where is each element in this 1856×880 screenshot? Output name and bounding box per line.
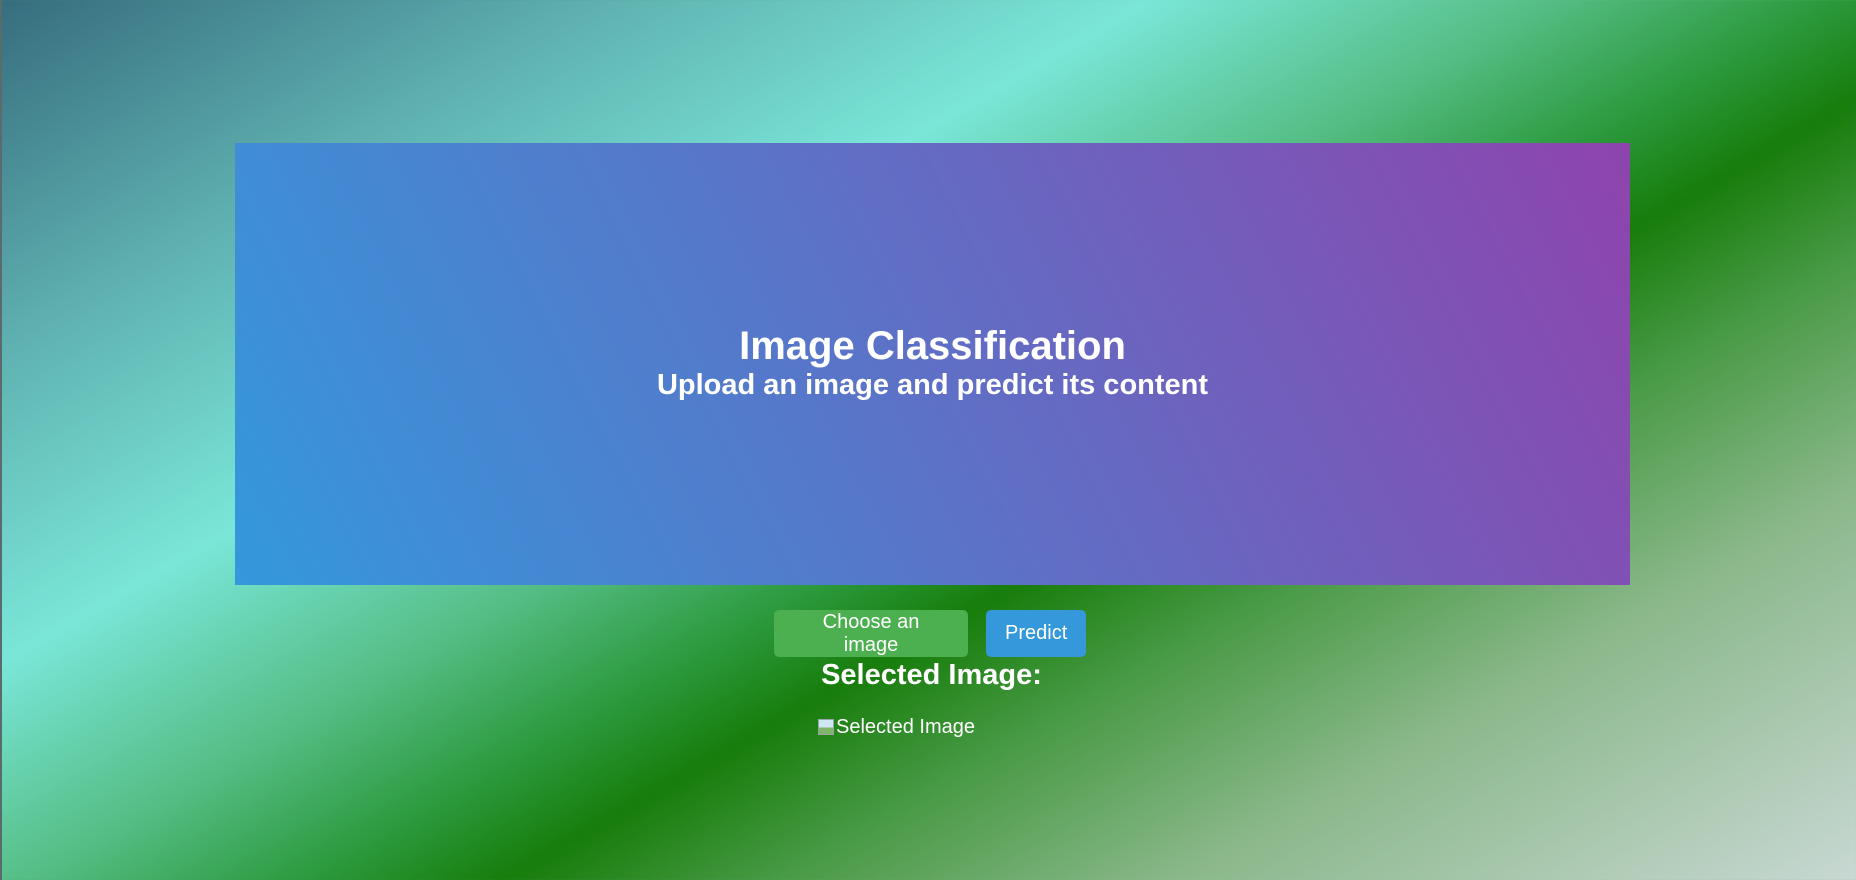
hero-banner: Image Classification Upload an image and… bbox=[235, 143, 1630, 585]
selected-image-preview: Selected Image bbox=[818, 715, 975, 739]
choose-image-button[interactable]: Choose an image bbox=[774, 610, 968, 657]
window-edge bbox=[0, 0, 2, 880]
predict-button[interactable]: Predict bbox=[986, 610, 1086, 657]
broken-image-icon bbox=[818, 719, 834, 735]
action-controls: Choose an image Predict bbox=[0, 610, 1856, 657]
selected-image-heading: Selected Image: bbox=[821, 659, 1042, 691]
page-subtitle: Upload an image and predict its content bbox=[656, 369, 1209, 401]
selected-image-alt-text: Selected Image bbox=[836, 715, 975, 738]
page-title: Image Classification bbox=[739, 324, 1126, 368]
